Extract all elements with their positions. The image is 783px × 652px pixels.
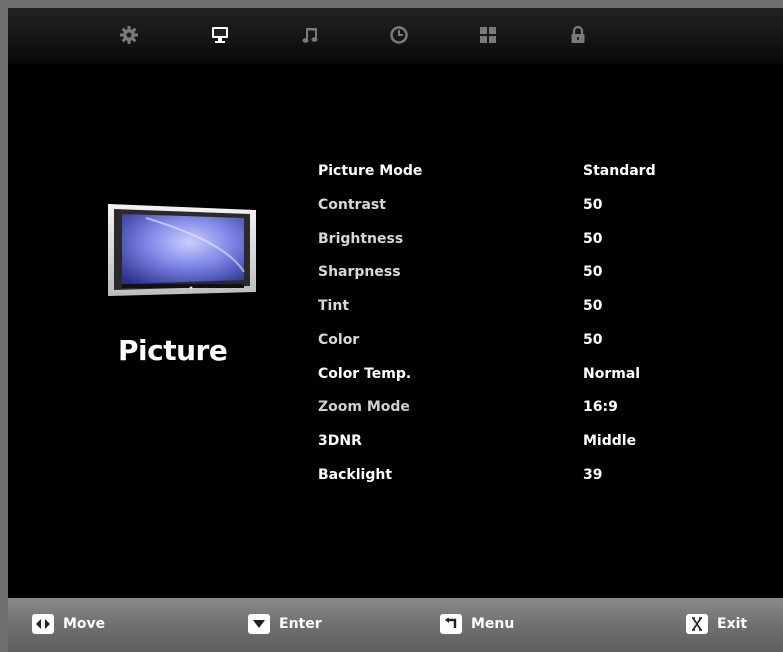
setting-label: Color — [318, 332, 360, 348]
hint-menu-label: Menu — [471, 616, 515, 632]
setting-label: Sharpness — [318, 264, 401, 280]
top-tab-bar — [8, 8, 783, 64]
setting-value: 50 — [583, 264, 603, 280]
setting-value: 39 — [583, 467, 603, 483]
setting-color[interactable]: Color 50 — [8, 332, 783, 358]
grid-icon — [480, 27, 496, 43]
hint-exit: Exit — [686, 612, 747, 636]
setting-value: Middle — [583, 433, 637, 449]
hint-enter: Enter — [248, 612, 322, 636]
key-menu — [440, 614, 462, 634]
hint-enter-label: Enter — [279, 616, 322, 632]
hint-move-label: Move — [63, 616, 106, 632]
gear-icon — [120, 26, 138, 44]
setting-value: Standard — [583, 163, 656, 179]
tab-time[interactable] — [385, 21, 413, 49]
setting-brightness[interactable]: Brightness 50 — [8, 231, 783, 257]
music-note-icon — [302, 28, 318, 43]
down-arrow-icon — [253, 620, 265, 628]
osd-screen: Picture Picture Mode Standard Contrast 5… — [8, 8, 783, 652]
key-exit — [686, 614, 708, 634]
setting-value: 16:9 — [583, 399, 618, 415]
hint-exit-label: Exit — [717, 616, 748, 632]
setting-value: 50 — [583, 197, 603, 213]
key-enter — [248, 614, 270, 634]
hint-move: Move — [32, 612, 105, 636]
setting-label: 3DNR — [318, 433, 362, 449]
setting-value: 50 — [583, 332, 603, 348]
clock-icon — [390, 26, 408, 44]
setting-label: Contrast — [318, 197, 386, 213]
exit-icon — [692, 617, 702, 631]
setting-value: 50 — [583, 298, 603, 314]
setting-picture-mode[interactable]: Picture Mode Standard — [8, 163, 783, 189]
setting-sharpness[interactable]: Sharpness 50 — [8, 264, 783, 290]
bottom-hint-bar: Move Enter Menu Exit — [8, 598, 783, 652]
left-right-arrows-icon — [36, 619, 50, 629]
setting-label: Tint — [318, 298, 350, 314]
setting-label: Backlight — [318, 467, 393, 483]
lock-icon — [571, 25, 585, 43]
setting-color-temp[interactable]: Color Temp. Normal — [8, 366, 783, 392]
setting-value: Normal — [583, 366, 641, 382]
monitor-icon — [212, 27, 228, 43]
tab-picture[interactable] — [206, 21, 234, 49]
return-arrow-icon — [445, 618, 457, 628]
key-move — [32, 614, 54, 634]
setting-3dnr[interactable]: 3DNR Middle — [8, 433, 783, 459]
setting-tint[interactable]: Tint 50 — [8, 298, 783, 324]
setting-label: Brightness — [318, 231, 404, 247]
tab-sound[interactable] — [296, 21, 324, 49]
setting-label: Picture Mode — [318, 163, 423, 179]
setting-value: 50 — [583, 231, 603, 247]
setting-backlight[interactable]: Backlight 39 — [8, 467, 783, 493]
hint-menu: Menu — [440, 612, 514, 636]
setting-contrast[interactable]: Contrast 50 — [8, 197, 783, 223]
tab-lock[interactable] — [564, 21, 592, 49]
setting-zoom-mode[interactable]: Zoom Mode 16:9 — [8, 399, 783, 425]
setting-label: Zoom Mode — [318, 399, 410, 415]
tab-options[interactable] — [474, 21, 502, 49]
setting-label: Color Temp. — [318, 366, 412, 382]
tab-setup[interactable] — [115, 21, 143, 49]
